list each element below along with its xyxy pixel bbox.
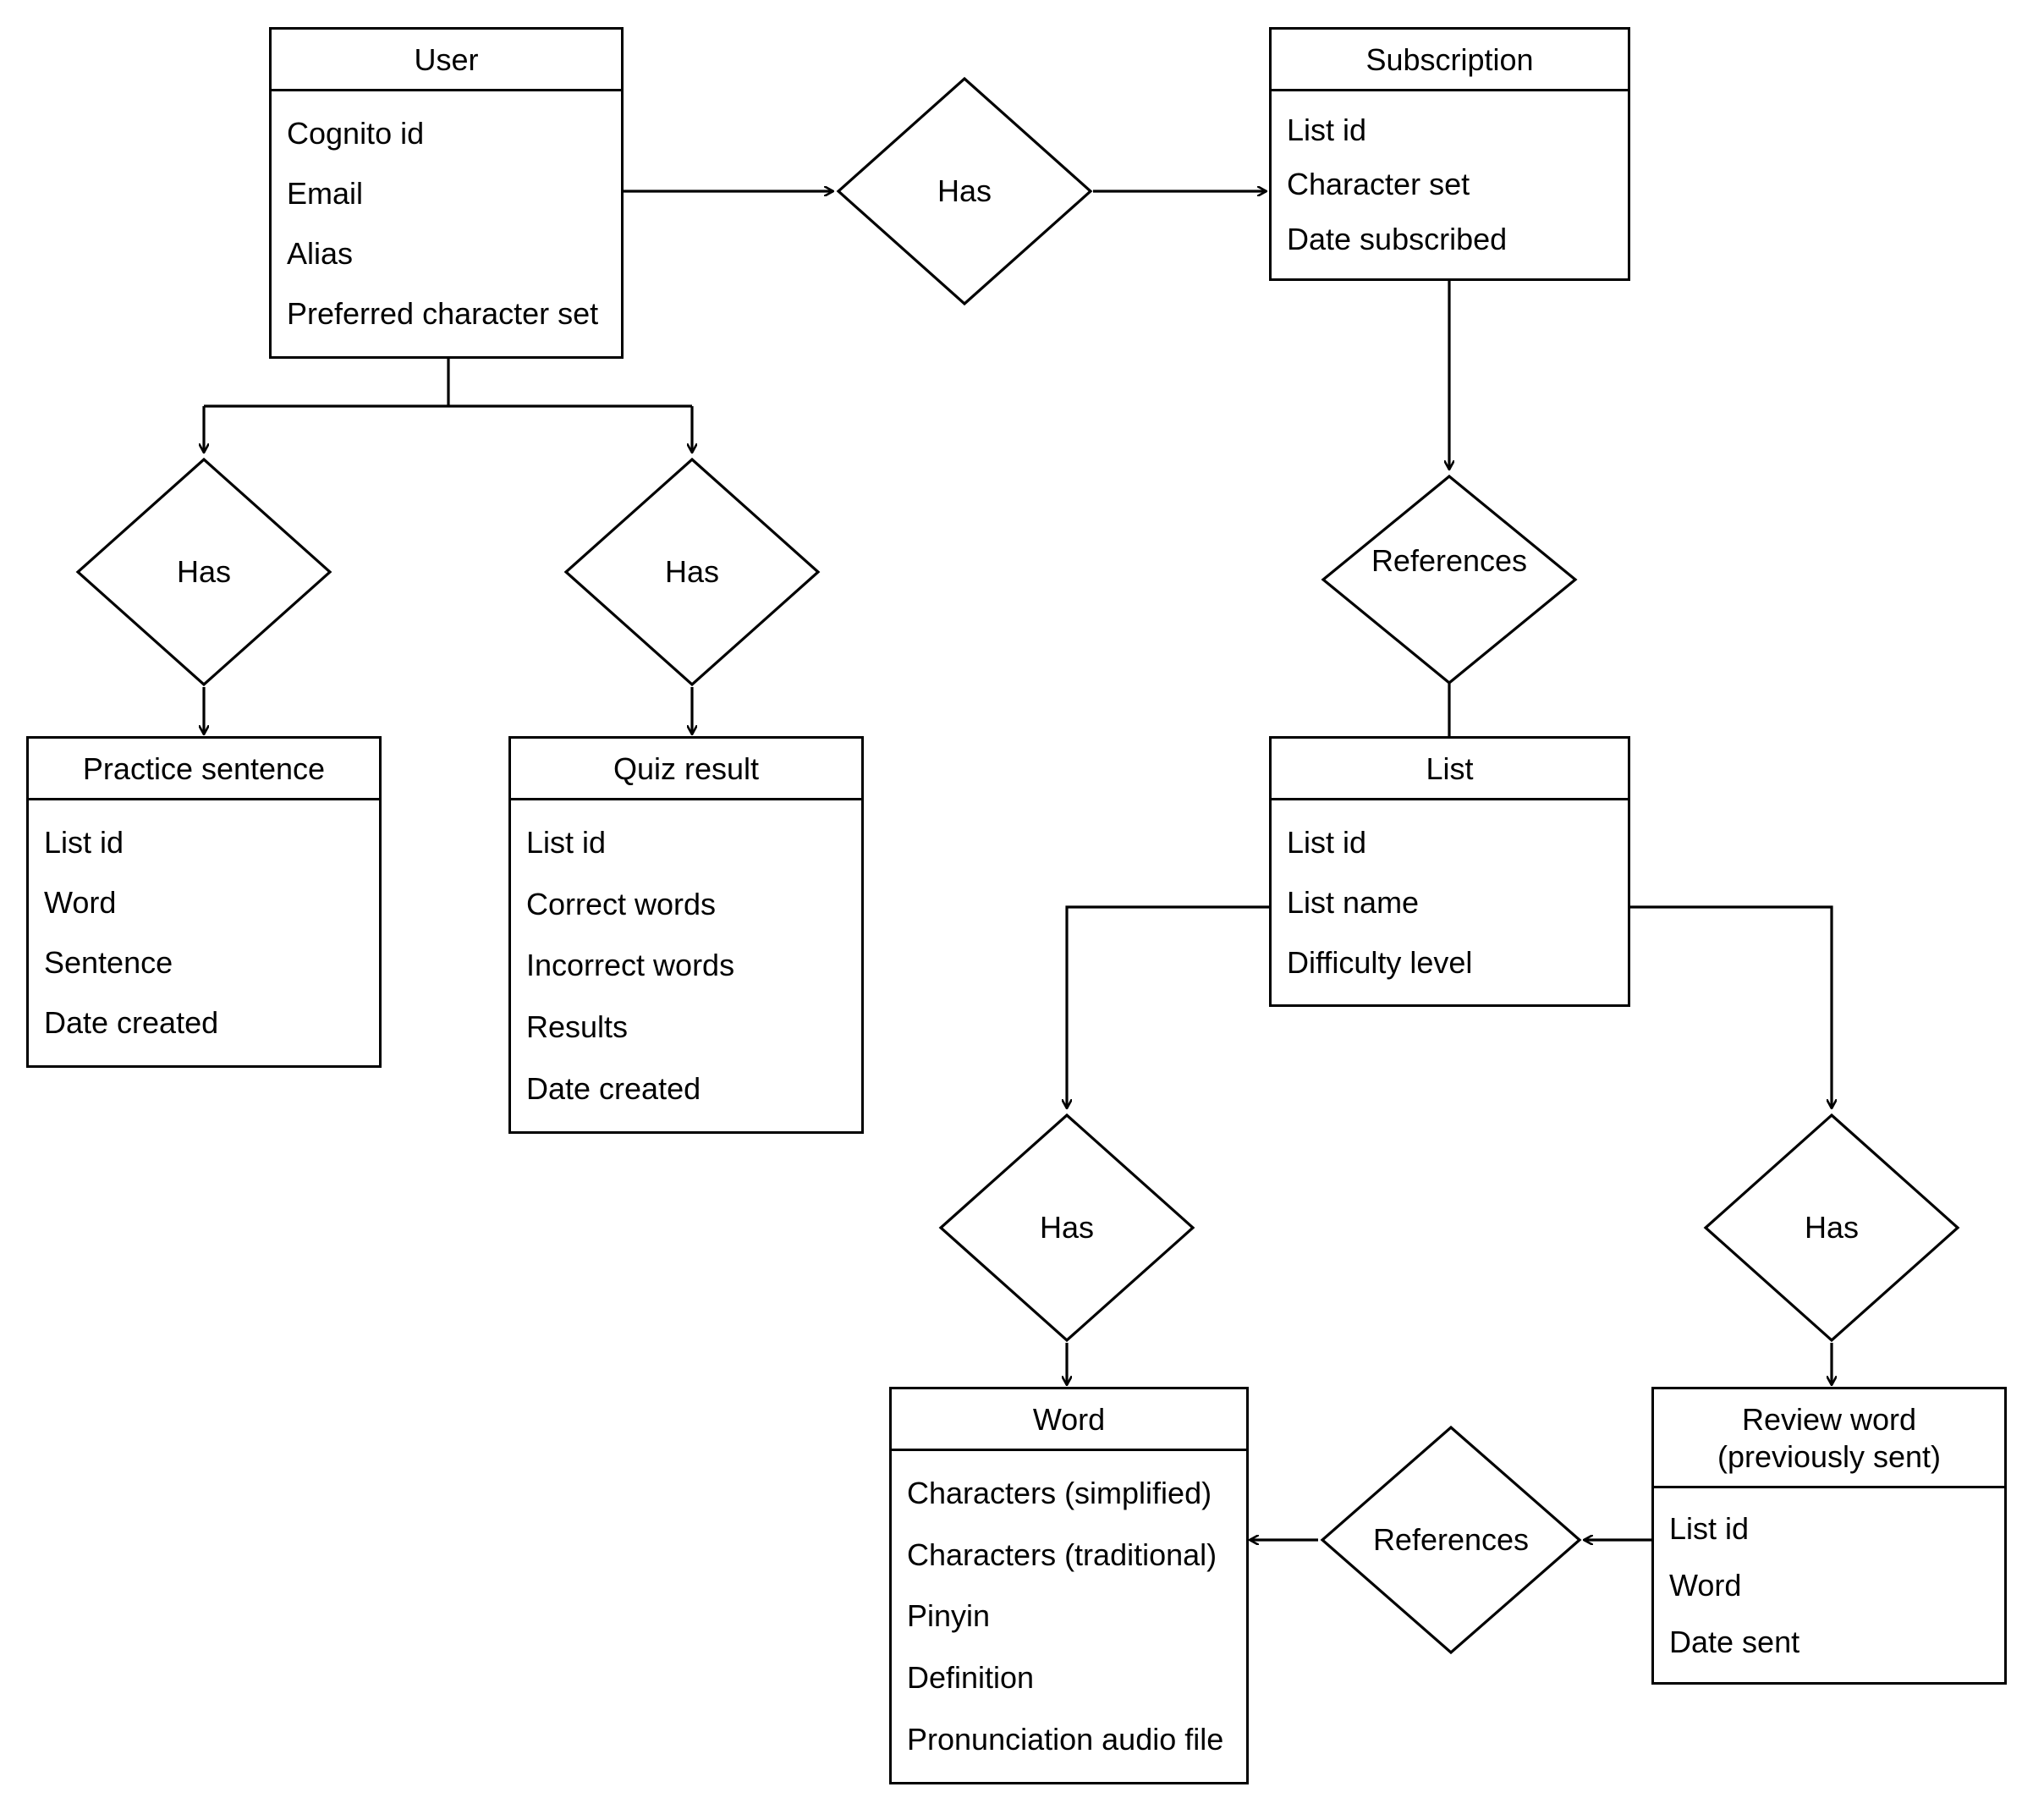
relationship-label: Has bbox=[1804, 1210, 1860, 1245]
attribute-row: Correct words bbox=[526, 886, 717, 921]
relationship-label: Has bbox=[176, 554, 232, 589]
attribute-row: List id bbox=[44, 824, 124, 860]
entity-subscription-attributes: List id Character set Date subscribed bbox=[1272, 91, 1628, 278]
attribute-row: Results bbox=[526, 1009, 629, 1045]
relationship-user-has-subscription[interactable]: Has bbox=[836, 76, 1093, 306]
relationship-list-has-word[interactable]: Has bbox=[938, 1113, 1195, 1343]
entity-quiz-result[interactable]: Quiz result List id Correct words Incorr… bbox=[508, 736, 864, 1134]
relationship-user-has-quiz-result[interactable]: Has bbox=[563, 457, 821, 687]
entity-user[interactable]: User Cognito id Email Alias Preferred ch… bbox=[269, 27, 624, 359]
relationship-label: Has bbox=[664, 554, 720, 589]
relationship-label: References bbox=[1372, 1522, 1530, 1557]
attribute-row: Definition bbox=[907, 1660, 1035, 1696]
relationship-label: References bbox=[1371, 543, 1528, 578]
attribute-row: Date subscribed bbox=[1287, 221, 1508, 256]
entity-list[interactable]: List List id List name Difficulty level bbox=[1269, 736, 1630, 1007]
attribute-row: Incorrect words bbox=[526, 948, 735, 983]
entity-review-word[interactable]: Review word (previously sent) List id Wo… bbox=[1651, 1387, 2007, 1685]
attribute-row: List id bbox=[1287, 113, 1367, 148]
attribute-row: List id bbox=[1287, 824, 1367, 860]
entity-practice-sentence[interactable]: Practice sentence List id Word Sentence … bbox=[26, 736, 382, 1068]
attribute-row: Date created bbox=[44, 1005, 219, 1041]
entity-user-attributes: Cognito id Email Alias Preferred charact… bbox=[272, 91, 621, 356]
entity-practice-sentence-title: Practice sentence bbox=[29, 739, 379, 800]
edge-list-has-review bbox=[1630, 905, 1832, 1108]
entity-word[interactable]: Word Characters (simplified) Characters … bbox=[889, 1387, 1249, 1784]
relationship-list-has-review-word[interactable]: Has bbox=[1703, 1113, 1960, 1343]
attribute-row: Cognito id bbox=[287, 115, 425, 151]
relationship-review-word-references-word[interactable]: References bbox=[1320, 1425, 1582, 1655]
attribute-row: Characters (simplified) bbox=[907, 1476, 1212, 1511]
relationship-user-has-practice-sentence[interactable]: Has bbox=[75, 457, 332, 687]
edge-list-has-word bbox=[1067, 905, 1269, 1108]
entity-subscription[interactable]: Subscription List id Character set Date … bbox=[1269, 27, 1630, 281]
entity-subscription-title: Subscription bbox=[1272, 30, 1628, 91]
attribute-row: Alias bbox=[287, 236, 354, 272]
attribute-row: Characters (traditional) bbox=[907, 1537, 1217, 1572]
attribute-row: Pinyin bbox=[907, 1598, 991, 1634]
relationship-label: Has bbox=[1039, 1210, 1095, 1245]
attribute-row: Date created bbox=[526, 1070, 701, 1106]
entity-practice-sentence-attributes: List id Word Sentence Date created bbox=[29, 800, 379, 1065]
er-diagram-canvas: User Cognito id Email Alias Preferred ch… bbox=[0, 0, 2033, 1820]
entity-review-word-attributes: List id Word Date sent bbox=[1654, 1488, 2004, 1682]
relationship-label: Has bbox=[937, 173, 992, 208]
attribute-row: Character set bbox=[1287, 167, 1470, 202]
diamond-shape bbox=[1321, 474, 1578, 685]
attribute-row: List id bbox=[526, 825, 607, 861]
attribute-row: Word bbox=[1669, 1567, 1742, 1603]
entity-list-title: List bbox=[1272, 739, 1628, 800]
relationship-subscription-references-list[interactable]: References bbox=[1321, 474, 1578, 685]
entity-word-title: Word bbox=[892, 1389, 1246, 1451]
attribute-row: Difficulty level bbox=[1287, 944, 1473, 980]
attribute-row: Word bbox=[44, 884, 117, 920]
attribute-row: List name bbox=[1287, 884, 1420, 920]
attribute-row: Email bbox=[287, 175, 364, 211]
entity-quiz-result-title: Quiz result bbox=[511, 739, 861, 800]
entity-quiz-result-attributes: List id Correct words Incorrect words Re… bbox=[511, 800, 861, 1131]
entity-user-title: User bbox=[272, 30, 621, 91]
entity-review-word-title: Review word (previously sent) bbox=[1654, 1389, 2004, 1488]
attribute-row: List id bbox=[1669, 1510, 1750, 1546]
attribute-row: Pronunciation audio file bbox=[907, 1721, 1224, 1757]
entity-word-attributes: Characters (simplified) Characters (trad… bbox=[892, 1451, 1246, 1782]
attribute-row: Date sent bbox=[1669, 1624, 1800, 1659]
attribute-row: Preferred character set bbox=[287, 296, 599, 332]
attribute-row: Sentence bbox=[44, 945, 173, 981]
entity-list-attributes: List id List name Difficulty level bbox=[1272, 800, 1628, 1004]
